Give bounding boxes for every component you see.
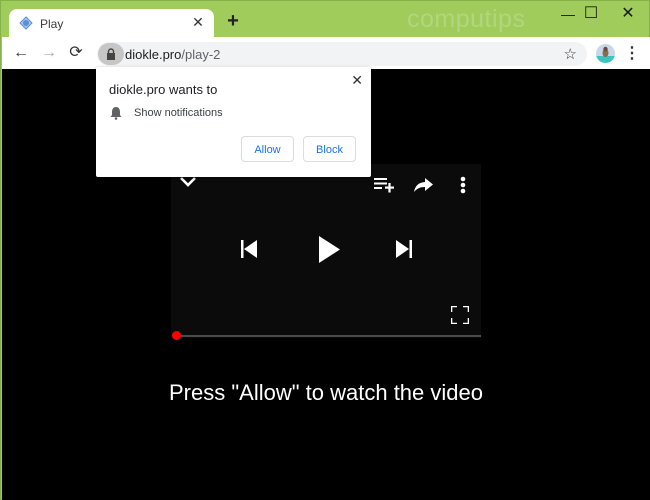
bookmark-star-icon[interactable]: ☆ (564, 45, 577, 63)
reload-button[interactable]: ⟳ (66, 43, 86, 63)
profile-avatar[interactable] (596, 44, 615, 63)
tab-play[interactable]: Play ✕ (9, 9, 214, 38)
skip-next-icon[interactable] (396, 240, 412, 258)
popup-title: diokle.pro wants to (109, 82, 218, 97)
url-path: /play-2 (181, 47, 221, 62)
bell-icon (110, 107, 122, 120)
video-player[interactable] (171, 164, 481, 340)
new-tab-button[interactable]: + (224, 11, 242, 31)
cta-message: Press "Allow" to watch the video (169, 380, 483, 405)
site-favicon-icon (19, 16, 33, 30)
progress-scrubber[interactable] (172, 331, 181, 340)
browser-window: Play ✕ + computips — ☐ ✕ ← → ⟳ diokle.pr… (0, 0, 650, 500)
lock-icon (107, 48, 115, 60)
tab-close-icon[interactable]: ✕ (190, 14, 206, 30)
address-bar[interactable]: diokle.pro/play-2 ☆ (97, 42, 587, 66)
playlist-add-icon[interactable] (374, 177, 395, 193)
url-domain: diokle.pro (125, 47, 182, 62)
forward-button[interactable]: → (39, 43, 59, 63)
close-window-button[interactable]: ✕ (614, 4, 642, 24)
maximize-button[interactable]: ☐ (577, 4, 605, 24)
popup-close-icon[interactable]: ✕ (351, 72, 363, 89)
back-button[interactable]: ← (11, 43, 31, 63)
watermark: computips (407, 5, 526, 33)
notification-permission-popup: diokle.pro wants to ✕ Show notifications… (96, 67, 371, 177)
tab-strip: Play ✕ + computips — ☐ ✕ (1, 1, 650, 38)
share-icon[interactable] (414, 178, 434, 192)
allow-button[interactable]: Allow (241, 136, 294, 162)
more-vert-icon[interactable] (460, 176, 466, 194)
chrome-menu-button[interactable]: ⋮ (624, 44, 640, 64)
permission-label: Show notifications (134, 107, 223, 119)
play-icon[interactable] (319, 236, 340, 263)
skip-previous-icon[interactable] (241, 240, 257, 258)
site-info-button[interactable] (98, 43, 124, 65)
url-text[interactable]: diokle.pro/play-2 (125, 47, 220, 62)
progress-bar[interactable] (177, 335, 481, 337)
avatar-icon (596, 46, 615, 63)
block-button[interactable]: Block (303, 136, 356, 162)
tab-title: Play (40, 17, 64, 31)
fullscreen-icon[interactable] (451, 306, 469, 324)
toolbar: ← → ⟳ diokle.pro/play-2 ☆ ⋮ (2, 37, 650, 69)
chevron-down-icon[interactable] (179, 176, 197, 188)
